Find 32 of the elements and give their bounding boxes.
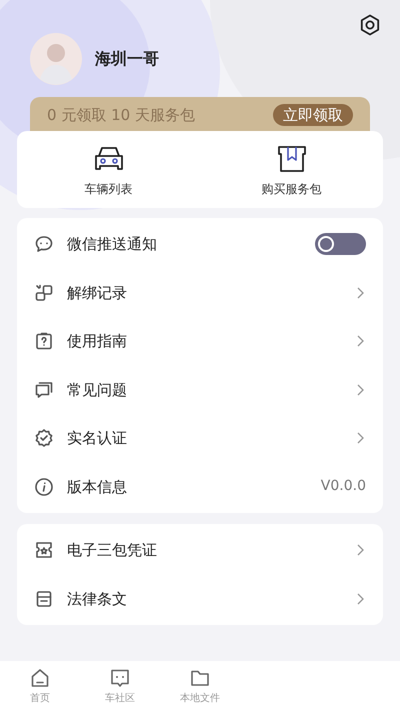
menu-item-label[interactable]: 使用指南 bbox=[67, 330, 356, 352]
toggle-switch[interactable] bbox=[315, 233, 366, 256]
menu-item-label[interactable]: 常见问题 bbox=[67, 378, 356, 401]
chevron-right-icon bbox=[356, 592, 366, 606]
claim-button[interactable]: 立即领取 bbox=[273, 104, 353, 126]
menu-item-label[interactable]: 微信推送通知 bbox=[67, 233, 315, 256]
menu-item-label[interactable]: 版本信息 bbox=[67, 476, 321, 498]
unlink-devices-icon bbox=[34, 282, 54, 303]
info-icon bbox=[34, 476, 54, 497]
promo-text: 0 元领取 10 天服务包 bbox=[47, 105, 195, 126]
verified-badge-icon bbox=[34, 428, 54, 448]
shortcut-label[interactable]: 购买服务包 bbox=[262, 180, 322, 198]
chevron-right-icon bbox=[356, 286, 366, 300]
chevron-right-icon bbox=[356, 334, 366, 348]
chat-dots-icon bbox=[109, 667, 131, 689]
menu-item-label[interactable]: 电子三包凭证 bbox=[67, 539, 356, 562]
chevron-right-icon bbox=[356, 543, 366, 558]
user-name: 海圳一哥 bbox=[95, 48, 159, 70]
message-cards-icon bbox=[34, 380, 54, 400]
menu-item-label[interactable]: 实名认证 bbox=[67, 427, 356, 450]
chevron-right-icon bbox=[356, 431, 366, 446]
document-icon bbox=[34, 588, 54, 609]
menu-item-label[interactable]: 解绑记录 bbox=[67, 282, 356, 304]
menu-item-label[interactable]: 法律条文 bbox=[67, 588, 356, 610]
chevron-right-icon bbox=[356, 382, 366, 397]
version-number: V0.0.0 bbox=[320, 477, 366, 496]
chat-bubble-icon bbox=[34, 234, 54, 254]
shortcut-label[interactable]: 车辆列表 bbox=[84, 180, 132, 198]
ticket-star-icon bbox=[34, 540, 54, 560]
question-clipboard-icon bbox=[34, 331, 54, 352]
home-icon bbox=[29, 667, 51, 689]
settings-icon[interactable] bbox=[358, 13, 382, 37]
